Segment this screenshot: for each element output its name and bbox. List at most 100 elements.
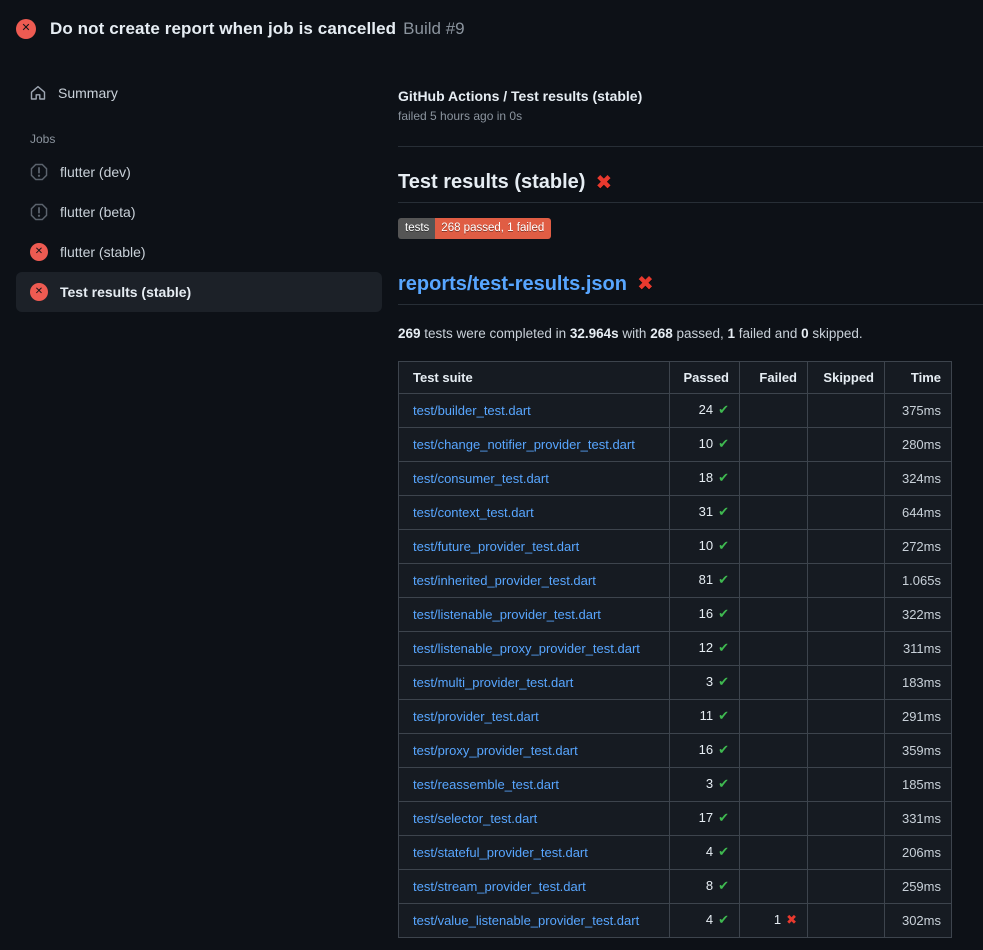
cell-test-suite: test/listenable_proxy_provider_test.dart xyxy=(399,631,670,665)
cell-passed: 3✔ xyxy=(670,767,740,801)
cell-test-suite: test/context_test.dart xyxy=(399,495,670,529)
summary-text: passed, xyxy=(673,326,728,341)
test-suite-link[interactable]: test/selector_test.dart xyxy=(413,811,537,826)
cell-test-suite: test/builder_test.dart xyxy=(399,393,670,427)
summary-number: 268 xyxy=(650,326,673,341)
summary-text: tests were completed in xyxy=(421,326,570,341)
build-title: Do not create report when job is cancell… xyxy=(50,19,396,39)
table-row: test/inherited_provider_test.dart81✔1.06… xyxy=(399,563,952,597)
passed-count: 10 xyxy=(699,538,713,553)
cell-skipped xyxy=(808,699,885,733)
cell-passed: 4✔ xyxy=(670,903,740,937)
table-row: test/provider_test.dart11✔291ms xyxy=(399,699,952,733)
sidebar-item-test-results-stable[interactable]: ✕Test results (stable) xyxy=(16,272,382,312)
test-suite-link[interactable]: test/reassemble_test.dart xyxy=(413,777,559,792)
cell-time: 322ms xyxy=(885,597,952,631)
cell-skipped xyxy=(808,835,885,869)
cell-test-suite: test/selector_test.dart xyxy=(399,801,670,835)
cell-failed xyxy=(740,699,808,733)
passed-count: 18 xyxy=(699,470,713,485)
cell-time: 1.065s xyxy=(885,563,952,597)
passed-count: 24 xyxy=(699,402,713,417)
cell-passed: 17✔ xyxy=(670,801,740,835)
cell-skipped xyxy=(808,903,885,937)
sidebar-item-flutter-beta[interactable]: flutter (beta) xyxy=(16,192,382,232)
test-suite-link[interactable]: test/value_listenable_provider_test.dart xyxy=(413,913,639,928)
cell-passed: 10✔ xyxy=(670,529,740,563)
test-suite-link[interactable]: test/stream_provider_test.dart xyxy=(413,879,586,894)
run-status-text: failed 5 hours ago in 0s xyxy=(398,109,983,123)
cell-test-suite: test/listenable_provider_test.dart xyxy=(399,597,670,631)
cell-failed xyxy=(740,869,808,903)
cell-test-suite: test/stateful_provider_test.dart xyxy=(399,835,670,869)
build-number: Build #9 xyxy=(403,19,464,39)
cell-time: 272ms xyxy=(885,529,952,563)
check-icon: ✔ xyxy=(718,708,729,723)
passed-count: 31 xyxy=(699,504,713,519)
sidebar-item-flutter-dev[interactable]: flutter (dev) xyxy=(16,152,382,192)
table-row: test/proxy_provider_test.dart16✔359ms xyxy=(399,733,952,767)
test-suite-link[interactable]: test/stateful_provider_test.dart xyxy=(413,845,588,860)
cell-passed: 10✔ xyxy=(670,427,740,461)
sidebar-item-label: flutter (beta) xyxy=(60,204,135,220)
failed-x-icon: ✖ xyxy=(595,173,612,193)
table-row: test/multi_provider_test.dart3✔183ms xyxy=(399,665,952,699)
cell-failed xyxy=(740,665,808,699)
sidebar-item-label: flutter (dev) xyxy=(60,164,131,180)
cell-passed: 12✔ xyxy=(670,631,740,665)
sidebar-item-summary[interactable]: Summary xyxy=(16,80,382,106)
column-header-failed: Failed xyxy=(740,361,808,393)
cell-time: 375ms xyxy=(885,393,952,427)
x-icon: ✖ xyxy=(786,912,797,927)
check-icon: ✔ xyxy=(718,402,729,417)
cell-passed: 4✔ xyxy=(670,835,740,869)
table-row: test/future_provider_test.dart 10✔ 272ms xyxy=(399,529,952,563)
cell-skipped xyxy=(808,631,885,665)
page-layout: Summary Jobs flutter (dev)flutter (beta)… xyxy=(0,56,983,938)
cell-time: 311ms xyxy=(885,631,952,665)
cell-passed: 16✔ xyxy=(670,597,740,631)
report-file-link[interactable]: reports/test-results.json xyxy=(398,273,627,296)
cell-test-suite: test/stream_provider_test.dart xyxy=(399,869,670,903)
cell-time: 302ms xyxy=(885,903,952,937)
cancelled-octagon-icon xyxy=(30,163,48,181)
sidebar-item-flutter-stable[interactable]: ✕flutter (stable) xyxy=(16,232,382,272)
cell-passed: 24 ✔ xyxy=(670,393,740,427)
cell-test-suite: test/value_listenable_provider_test.dart xyxy=(399,903,670,937)
cell-passed: 31✔ xyxy=(670,495,740,529)
column-header-time: Time xyxy=(885,361,952,393)
test-suite-link[interactable]: test/proxy_provider_test.dart xyxy=(413,743,578,758)
column-header-passed: Passed xyxy=(670,361,740,393)
passed-count: 81 xyxy=(699,572,713,587)
test-suite-link[interactable]: test/future_provider_test.dart xyxy=(413,539,579,554)
cell-failed xyxy=(740,427,808,461)
check-icon: ✔ xyxy=(718,844,729,859)
cell-time: 331ms xyxy=(885,801,952,835)
cell-time: 259ms xyxy=(885,869,952,903)
x-circle-icon: ✕ xyxy=(30,243,48,261)
test-suite-link[interactable]: test/consumer_test.dart xyxy=(413,471,549,486)
build-header: ✕ Do not create report when job is cance… xyxy=(0,0,983,56)
summary-number: 0 xyxy=(801,326,809,341)
cell-skipped xyxy=(808,597,885,631)
test-suite-link[interactable]: test/provider_test.dart xyxy=(413,709,539,724)
check-icon: ✔ xyxy=(718,470,729,485)
test-suite-link[interactable]: test/context_test.dart xyxy=(413,505,534,520)
test-suite-link[interactable]: test/change_notifier_provider_test.dart xyxy=(413,437,635,452)
table-row: test/value_listenable_provider_test.dart… xyxy=(399,903,952,937)
cell-passed: 16✔ xyxy=(670,733,740,767)
cell-test-suite: test/reassemble_test.dart xyxy=(399,767,670,801)
check-icon: ✔ xyxy=(718,436,729,451)
cell-test-suite: test/multi_provider_test.dart xyxy=(399,665,670,699)
cell-time: 324ms xyxy=(885,461,952,495)
test-suite-link[interactable]: test/listenable_proxy_provider_test.dart xyxy=(413,641,640,656)
test-suite-link[interactable]: test/multi_provider_test.dart xyxy=(413,675,573,690)
table-row: test/listenable_proxy_provider_test.dart… xyxy=(399,631,952,665)
table-row: test/reassemble_test.dart3✔185ms xyxy=(399,767,952,801)
test-suite-link[interactable]: test/inherited_provider_test.dart xyxy=(413,573,596,588)
test-suite-link[interactable]: test/listenable_provider_test.dart xyxy=(413,607,601,622)
test-suite-link[interactable]: test/builder_test.dart xyxy=(413,403,531,418)
test-results-table: Test suitePassedFailedSkippedTime test/b… xyxy=(398,361,952,938)
cancelled-octagon-icon xyxy=(30,203,48,221)
cell-test-suite: test/consumer_test.dart xyxy=(399,461,670,495)
